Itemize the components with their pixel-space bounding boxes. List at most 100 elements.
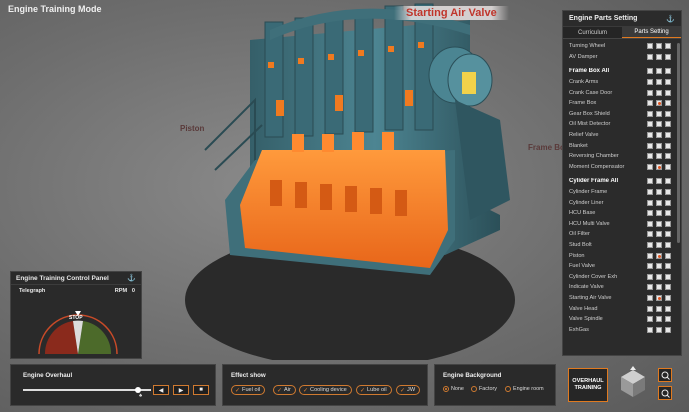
parts-checkbox[interactable] — [665, 263, 671, 270]
parts-checkbox[interactable] — [665, 305, 671, 312]
parts-checkbox[interactable] — [647, 231, 653, 238]
background-option-engine-room[interactable]: Engine room — [505, 386, 544, 392]
parts-checkbox[interactable] — [665, 68, 671, 75]
parts-checkbox[interactable] — [656, 189, 662, 196]
parts-checkbox[interactable] — [665, 294, 671, 301]
parts-checkbox[interactable] — [647, 316, 653, 323]
parts-checkbox[interactable] — [656, 305, 662, 312]
parts-checkbox[interactable] — [647, 142, 653, 149]
stop-button[interactable]: ■ — [193, 385, 209, 395]
parts-checkbox[interactable] — [647, 199, 653, 206]
parts-checkbox[interactable] — [656, 153, 662, 160]
parts-checkbox[interactable] — [647, 220, 653, 227]
parts-checkbox[interactable] — [647, 263, 653, 270]
parts-checkbox[interactable] — [647, 252, 653, 259]
parts-checkbox[interactable] — [665, 100, 671, 107]
effect-cooling-device[interactable]: ✓ Cooling device — [299, 385, 352, 395]
parts-checkbox[interactable] — [647, 241, 653, 248]
parts-checkbox[interactable] — [656, 142, 662, 149]
view-cube-icon[interactable] — [616, 366, 650, 402]
parts-checkbox[interactable] — [656, 53, 662, 60]
parts-checkbox[interactable] — [656, 252, 662, 259]
tab-parts-setting[interactable]: Parts Setting — [622, 27, 681, 38]
parts-checkbox[interactable] — [647, 53, 653, 60]
parts-checkbox[interactable] — [656, 199, 662, 206]
pin-icon[interactable]: ⚓ — [127, 274, 136, 282]
parts-checkbox[interactable] — [665, 163, 671, 170]
parts-checkbox[interactable] — [656, 263, 662, 270]
effect-air[interactable]: ✓ Air — [273, 385, 296, 395]
parts-checkbox[interactable] — [665, 110, 671, 117]
parts-checkbox[interactable] — [665, 241, 671, 248]
parts-checkbox[interactable] — [656, 294, 662, 301]
parts-scrollbar[interactable] — [677, 43, 680, 243]
parts-checkbox[interactable] — [656, 326, 662, 333]
parts-checkbox[interactable] — [647, 100, 653, 107]
parts-checkbox[interactable] — [665, 199, 671, 206]
parts-checkbox[interactable] — [665, 220, 671, 227]
zoom-in-button[interactable] — [658, 368, 672, 382]
effect-jw[interactable]: ✓ JW — [396, 385, 421, 395]
parts-checkbox[interactable] — [647, 110, 653, 117]
parts-checkbox[interactable] — [665, 210, 671, 217]
play-button[interactable]: ▶ — [173, 385, 189, 395]
parts-checkbox[interactable] — [665, 132, 671, 139]
parts-checkbox[interactable] — [656, 100, 662, 107]
parts-checkbox[interactable] — [656, 231, 662, 238]
parts-checkbox[interactable] — [656, 68, 662, 75]
effect-lube-oil[interactable]: ✓ Lube oil — [356, 385, 392, 395]
parts-checkbox[interactable] — [665, 178, 671, 185]
parts-checkbox[interactable] — [665, 284, 671, 291]
overhaul-slider-track[interactable] — [23, 389, 151, 391]
effect-fuel-oil[interactable]: ✓ Fuel oil — [231, 385, 266, 395]
parts-checkbox[interactable] — [656, 132, 662, 139]
parts-checkbox[interactable] — [665, 89, 671, 96]
parts-checkbox[interactable] — [665, 121, 671, 128]
background-option-factory[interactable]: Factory — [471, 386, 497, 392]
rewind-button[interactable]: ◀ — [153, 385, 169, 395]
parts-checkbox[interactable] — [656, 316, 662, 323]
parts-checkbox[interactable] — [647, 121, 653, 128]
parts-checkbox[interactable] — [656, 273, 662, 280]
parts-checkbox[interactable] — [656, 89, 662, 96]
parts-checkbox[interactable] — [656, 121, 662, 128]
parts-checkbox[interactable] — [647, 68, 653, 75]
overhaul-training-button[interactable]: OVERHAUL TRAINING — [568, 368, 608, 402]
pin-icon[interactable]: ⚓ — [666, 15, 675, 23]
parts-checkbox[interactable] — [656, 43, 662, 50]
parts-checkbox[interactable] — [665, 231, 671, 238]
parts-checkbox[interactable] — [647, 273, 653, 280]
parts-checkbox[interactable] — [647, 178, 653, 185]
parts-checkbox[interactable] — [665, 316, 671, 323]
parts-checkbox[interactable] — [647, 132, 653, 139]
parts-checkbox[interactable] — [656, 220, 662, 227]
parts-checkbox[interactable] — [656, 110, 662, 117]
parts-checkbox[interactable] — [647, 189, 653, 196]
parts-checkbox[interactable] — [647, 294, 653, 301]
parts-checkbox[interactable] — [656, 241, 662, 248]
parts-checkbox[interactable] — [647, 153, 653, 160]
parts-checkbox[interactable] — [665, 189, 671, 196]
background-option-none[interactable]: None — [443, 386, 464, 392]
parts-checkbox[interactable] — [647, 284, 653, 291]
parts-checkbox[interactable] — [647, 79, 653, 86]
parts-checkbox[interactable] — [647, 210, 653, 217]
zoom-out-button[interactable] — [658, 386, 672, 400]
parts-checkbox[interactable] — [665, 53, 671, 60]
parts-checkbox[interactable] — [647, 89, 653, 96]
parts-checkbox[interactable] — [665, 43, 671, 50]
parts-checkbox[interactable] — [656, 210, 662, 217]
parts-checkbox[interactable] — [665, 252, 671, 259]
parts-checkbox[interactable] — [647, 326, 653, 333]
parts-checkbox[interactable] — [656, 79, 662, 86]
parts-checkbox[interactable] — [656, 178, 662, 185]
parts-checkbox[interactable] — [665, 142, 671, 149]
parts-checkbox[interactable] — [665, 326, 671, 333]
parts-checkbox[interactable] — [665, 79, 671, 86]
tab-curriculum[interactable]: Curriculum — [563, 27, 622, 38]
parts-checkbox[interactable] — [665, 153, 671, 160]
parts-checkbox[interactable] — [656, 163, 662, 170]
parts-checkbox[interactable] — [656, 284, 662, 291]
parts-checkbox[interactable] — [647, 305, 653, 312]
parts-checkbox[interactable] — [647, 163, 653, 170]
